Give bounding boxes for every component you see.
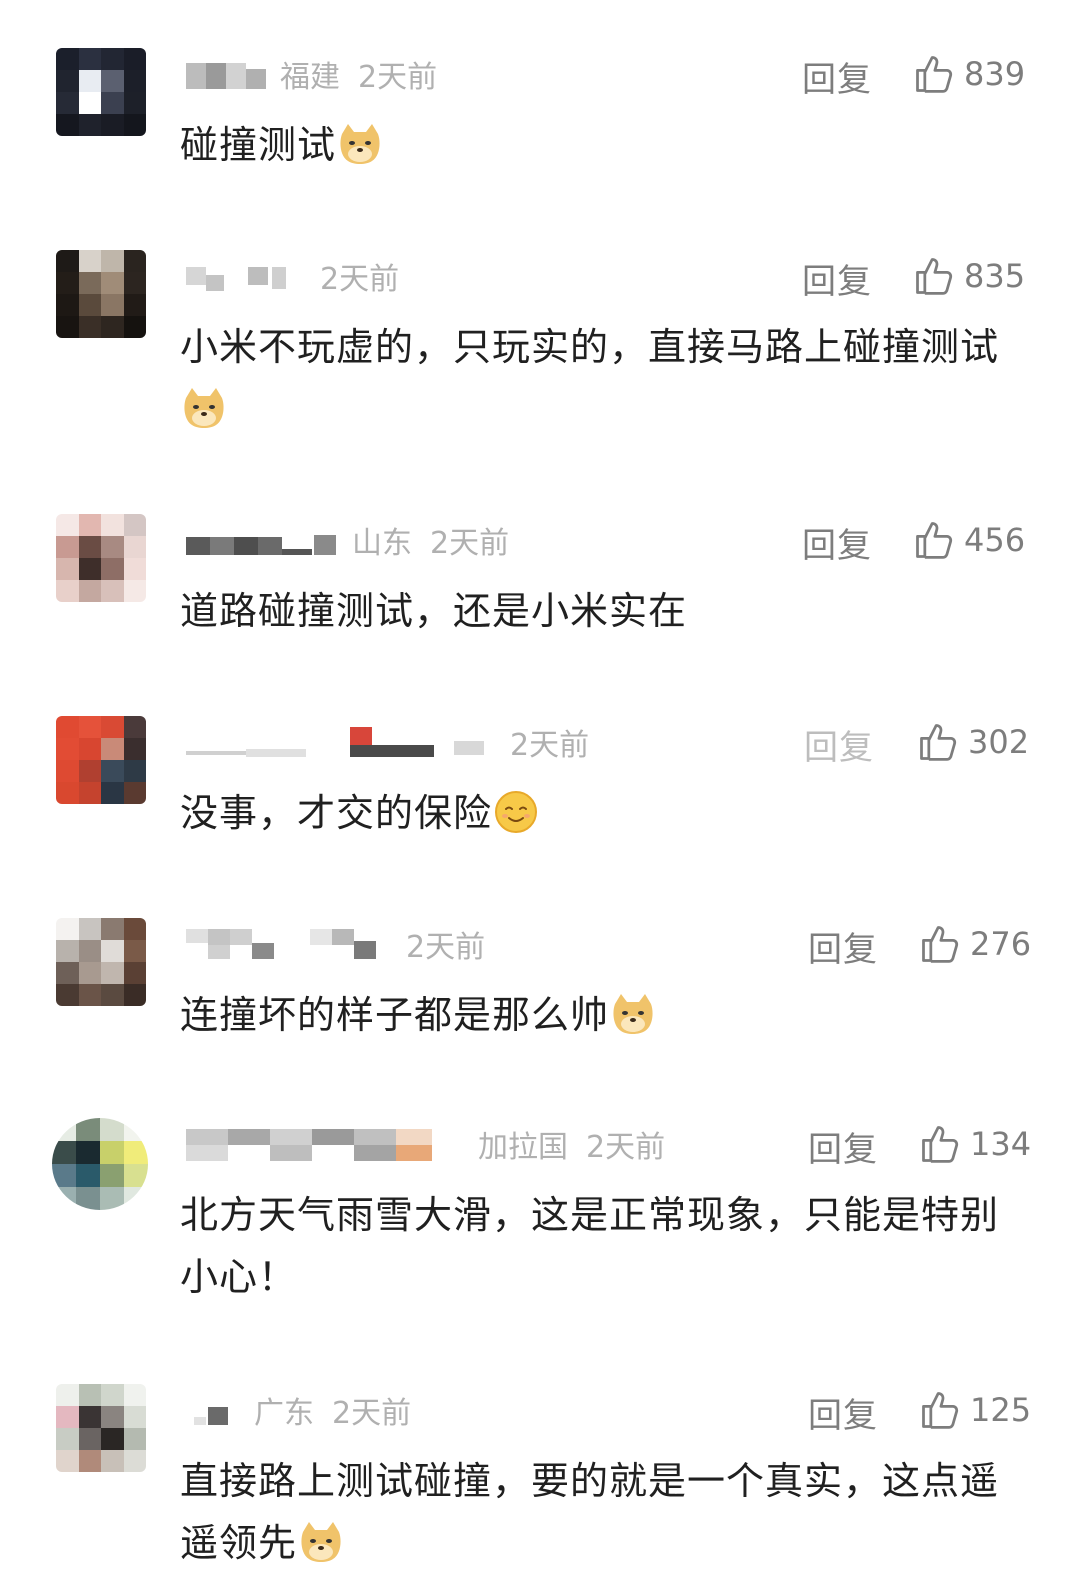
avatar[interactable] (56, 250, 146, 338)
comment-text: 连撞坏的样子都是那么帅 (180, 984, 1000, 1046)
comment-meta: 加拉国 2天前 (186, 1124, 666, 1165)
comment-meta: 2天前 (186, 924, 486, 965)
like-button[interactable]: 276 (918, 922, 1031, 966)
like-button[interactable]: 134 (918, 1122, 1031, 1166)
comment-region: 福建 (280, 60, 340, 95)
doge-emoji-icon (184, 388, 224, 428)
avatar[interactable] (52, 1118, 148, 1210)
comment-text: 没事，才交的保险 (180, 782, 1000, 844)
comment-item: 山东 2天前 回复 456 道路碰撞测试，还是小米实在 (0, 514, 1074, 664)
reply-button[interactable]: 回复 (808, 922, 878, 971)
thumbs-up-icon (922, 1126, 959, 1163)
username[interactable] (186, 59, 266, 89)
like-count: 839 (964, 55, 1026, 93)
comment-text: 道路碰撞测试，还是小米实在 (180, 589, 688, 633)
like-button[interactable]: 835 (912, 254, 1025, 298)
thumbs-up-icon (916, 56, 953, 93)
like-button[interactable]: 302 (916, 720, 1029, 764)
avatar[interactable] (56, 1384, 146, 1472)
reply-button[interactable]: 回复 (808, 1388, 878, 1437)
reply-button[interactable]: 回复 (804, 720, 874, 769)
comment-item: 福建 2天前 回复 839 碰撞测试 (0, 48, 1074, 198)
comment-text: 直接路上测试碰撞，要的就是一个真实，这点遥遥领先 (180, 1459, 1000, 1565)
username[interactable] (186, 261, 306, 291)
like-count: 276 (970, 925, 1032, 963)
reply-button[interactable]: 回复 (802, 518, 872, 567)
comment-time: 2天前 (332, 1396, 412, 1431)
like-button[interactable]: 456 (912, 518, 1025, 562)
comment-region: 加拉国 (478, 1130, 568, 1165)
doge-emoji-icon (301, 1522, 341, 1562)
comment-meta: 2天前 (186, 256, 400, 297)
comment-time: 2天前 (586, 1130, 666, 1165)
reply-button[interactable]: 回复 (802, 254, 872, 303)
comment-time: 2天前 (430, 526, 510, 561)
avatar[interactable] (56, 918, 146, 1006)
like-count: 456 (964, 521, 1026, 559)
comment-text: 碰撞测试 (180, 114, 1000, 176)
like-button[interactable]: 839 (912, 52, 1025, 96)
like-count: 302 (968, 723, 1030, 761)
comment-item: 广东 2天前 回复 125 直接路上测试碰撞，要的就是一个真实，这点遥遥领先 (0, 1384, 1074, 1565)
comment-region: 广东 (254, 1396, 314, 1431)
comment-time: 2天前 (358, 60, 438, 95)
thumbs-up-icon (916, 258, 953, 295)
comment-item: 2天前 回复 302 没事，才交的保险 (0, 716, 1074, 866)
reply-button[interactable]: 回复 (808, 1122, 878, 1171)
doge-emoji-icon (340, 124, 380, 164)
like-count: 134 (970, 1125, 1032, 1163)
like-count: 125 (970, 1391, 1032, 1429)
thumbs-up-icon (922, 926, 959, 963)
like-button[interactable]: 125 (918, 1388, 1031, 1432)
comment-item: 加拉国 2天前 回复 134 北方天气雨雪大滑，这是正常现象，只能是特别小心！ (0, 1118, 1074, 1318)
avatar[interactable] (56, 716, 146, 804)
username[interactable] (186, 525, 338, 555)
comment-text: 小米不玩虚的，只玩实的，直接马路上碰撞测试 (180, 316, 1000, 440)
comment-item: 2天前 回复 835 小米不玩虚的，只玩实的，直接马路上碰撞测试 (0, 250, 1074, 450)
comment-region: 山东 (352, 526, 412, 561)
username[interactable] (186, 929, 392, 959)
comment-item: 2天前 回复 276 连撞坏的样子都是那么帅 (0, 918, 1074, 1068)
like-count: 835 (964, 257, 1026, 295)
doge-emoji-icon (613, 994, 653, 1034)
thumbs-up-icon (920, 724, 957, 761)
username[interactable] (186, 1395, 240, 1425)
comment-meta: 2天前 (186, 722, 590, 763)
comment-time: 2天前 (406, 930, 486, 965)
thumbs-up-icon (916, 522, 953, 559)
smile-emoji-icon (495, 791, 538, 833)
comment-meta: 山东 2天前 (186, 520, 510, 561)
username[interactable] (186, 1129, 452, 1161)
comment-text: 北方天气雨雪大滑，这是正常现象，只能是特别小心！ (180, 1193, 1000, 1299)
avatar[interactable] (56, 514, 146, 602)
thumbs-up-icon (922, 1392, 959, 1429)
comment-meta: 福建 2天前 (186, 54, 438, 95)
reply-button[interactable]: 回复 (802, 52, 872, 101)
comment-time: 2天前 (510, 728, 590, 763)
avatar[interactable] (56, 48, 146, 136)
comment-time: 2天前 (320, 262, 400, 297)
comment-meta: 广东 2天前 (186, 1390, 412, 1431)
username[interactable] (186, 727, 496, 757)
